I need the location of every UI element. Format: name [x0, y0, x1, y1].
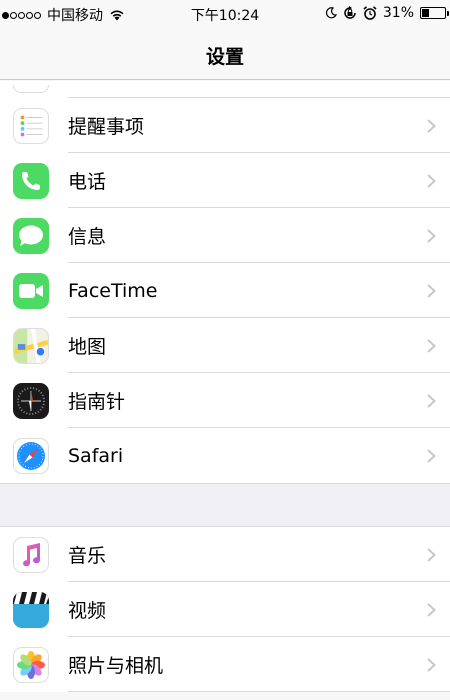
chevron-right-icon	[427, 283, 436, 298]
facetime-icon	[13, 272, 49, 309]
row-label: 指南针	[68, 391, 126, 413]
chevron-right-icon	[427, 173, 436, 188]
row-label: 提醒事项	[68, 116, 145, 138]
section-gap	[0, 483, 450, 527]
row-label: FaceTime	[68, 279, 158, 302]
phone-icon	[13, 162, 49, 199]
row-label: 电话	[68, 171, 107, 193]
battery-icon	[420, 7, 449, 19]
row-label: 照片与相机	[68, 655, 164, 677]
maps-icon	[13, 327, 49, 364]
settings-row-photos-camera[interactable]: 照片与相机	[0, 637, 450, 692]
settings-row-compass[interactable]: 指南针	[0, 373, 450, 428]
chevron-right-icon	[427, 338, 436, 353]
row-label: 信息	[68, 226, 107, 248]
status-right: 31%	[325, 5, 449, 21]
chevron-right-icon	[427, 602, 436, 617]
chevron-right-icon	[427, 448, 436, 463]
settings-row-reminders[interactable]: 提醒事项	[0, 98, 450, 153]
settings-group-media: 音乐 视频 照片与相机	[0, 527, 450, 692]
safari-icon	[13, 437, 49, 474]
status-bar: 中国移动 下午10:24 31%	[0, 0, 450, 28]
settings-row-safari[interactable]: Safari	[0, 428, 450, 483]
battery-percent: 31%	[382, 5, 414, 21]
settings-group-apps: 提醒事项 电话 信息 FaceTime 地图 指南针 Safari	[0, 98, 450, 483]
settings-row-maps[interactable]: 地图	[0, 318, 450, 373]
row-label: Safari	[68, 444, 124, 467]
settings-row-videos[interactable]: 视频	[0, 582, 450, 637]
page-title: 设置	[205, 46, 244, 68]
photos-icon	[13, 646, 49, 683]
chevron-right-icon	[427, 657, 436, 672]
settings-row-music[interactable]: 音乐	[0, 527, 450, 582]
row-label: 地图	[68, 336, 107, 358]
chevron-right-icon	[427, 547, 436, 562]
alarm-icon	[363, 6, 377, 20]
chevron-right-icon	[427, 118, 436, 133]
videos-icon	[13, 591, 49, 628]
partially-hidden-row[interactable]	[0, 81, 450, 98]
messages-icon	[13, 217, 49, 254]
rotation-lock-icon	[344, 6, 356, 19]
settings-row-facetime[interactable]: FaceTime	[0, 263, 450, 318]
chevron-right-icon	[427, 228, 436, 243]
music-icon	[13, 536, 49, 573]
row-label: 音乐	[68, 545, 107, 567]
row-label: 视频	[68, 600, 107, 622]
settings-row-messages[interactable]: 信息	[0, 208, 450, 263]
moon-icon	[325, 7, 337, 19]
settings-row-phone[interactable]: 电话	[0, 153, 450, 208]
compass-icon	[13, 382, 49, 419]
navigation-bar: 设置	[0, 28, 450, 80]
reminders-icon	[13, 107, 49, 144]
chevron-right-icon	[427, 393, 436, 408]
settings-list[interactable]: 提醒事项 电话 信息 FaceTime 地图 指南针 Safari 音乐 视频 …	[0, 81, 450, 692]
